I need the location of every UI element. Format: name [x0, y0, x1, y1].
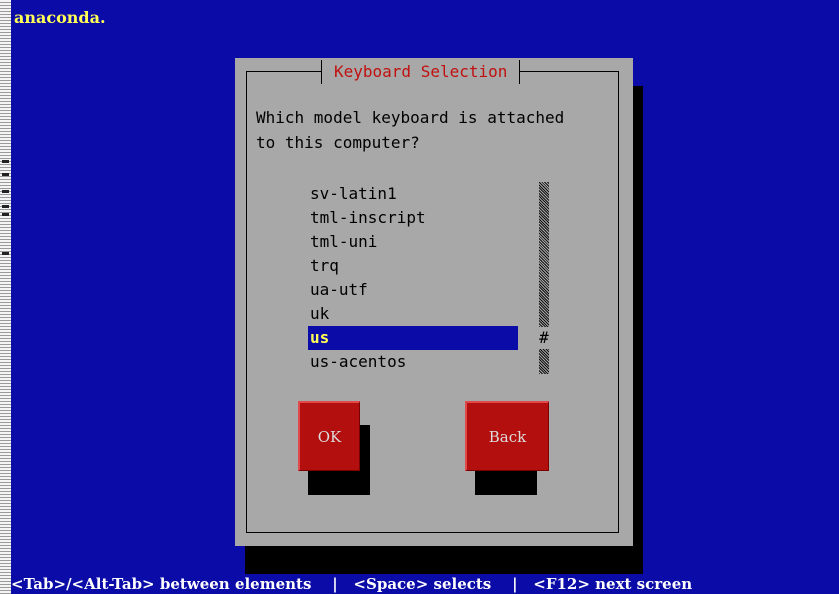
list-item[interactable]: tml-uni — [308, 230, 518, 254]
status-bar: <Tab>/<Alt-Tab> between elements | <Spac… — [11, 574, 839, 594]
scrollbar-track-lower[interactable] — [539, 349, 549, 374]
list-item[interactable]: trq — [308, 254, 518, 278]
ok-button-label: OK — [317, 427, 342, 446]
scrollbar-track-upper[interactable] — [539, 182, 549, 327]
list-item-selected[interactable]: us — [308, 326, 518, 350]
list-item[interactable]: sv-latin1 — [308, 182, 518, 206]
left-window-edge — [0, 0, 11, 594]
list-item[interactable]: ua-utf — [308, 278, 518, 302]
dialog-title: Keyboard Selection — [321, 60, 521, 84]
dialog-bottom-shadow — [246, 546, 643, 574]
back-button-label: Back — [488, 427, 527, 446]
keyboard-question: Which model keyboard is attached to this… — [256, 108, 565, 152]
list-item[interactable]: us-acentos — [308, 350, 518, 374]
scrollbar-thumb[interactable]: # — [538, 327, 550, 349]
keyboard-selection-dialog: Keyboard Selection Which model keyboard … — [235, 58, 633, 546]
back-button[interactable]: Back — [465, 401, 549, 471]
app-title: anaconda. — [14, 8, 106, 27]
list-scrollbar[interactable]: # — [538, 182, 550, 374]
ok-button[interactable]: OK — [298, 401, 360, 471]
keyboard-list[interactable]: sv-latin1 tml-inscript tml-uni trq ua-ut… — [308, 182, 518, 374]
list-item[interactable]: tml-inscript — [308, 206, 518, 230]
list-item[interactable]: uk — [308, 302, 518, 326]
